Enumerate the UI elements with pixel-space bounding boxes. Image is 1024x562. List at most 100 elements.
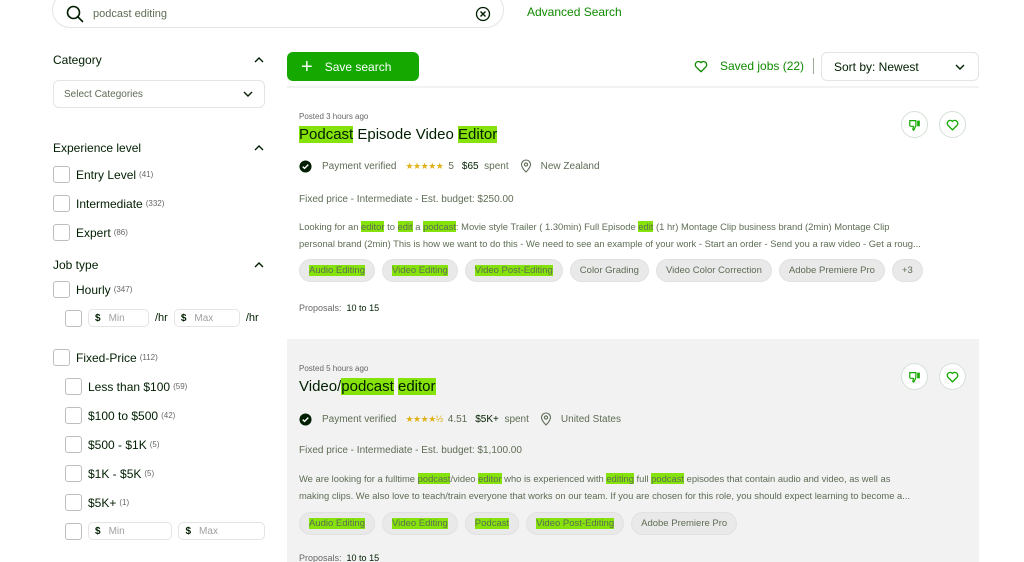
more-skills-tag[interactable]: +3: [891, 259, 923, 282]
skill-tag[interactable]: Podcast: [464, 512, 520, 535]
job-card[interactable]: Posted 5 hours ago Video/podcast editor …: [287, 339, 979, 562]
job-type-section-header[interactable]: Job type: [53, 255, 265, 275]
job-title[interactable]: Video/podcast editor: [299, 378, 436, 395]
dislike-button[interactable]: [901, 363, 928, 390]
fixed-option[interactable]: $5K+ (1): [53, 488, 265, 517]
skill-tag[interactable]: Adobe Premiere Pro: [631, 512, 738, 535]
option-label: Less than $100: [88, 379, 171, 394]
proposals-label: Proposals:: [299, 303, 342, 313]
checkbox[interactable]: [65, 309, 82, 327]
skill-label: Video Post-Editing: [536, 518, 615, 529]
job-title[interactable]: Podcast Episode Video Editor: [299, 126, 498, 143]
job-type-hourly[interactable]: Hourly (347): [53, 275, 265, 304]
hourly-max-input[interactable]: $ Max: [173, 309, 240, 327]
filters-sidebar: Category Select Categories Experience le…: [53, 50, 265, 545]
fixed-option[interactable]: $1K - $5K (5): [53, 459, 265, 488]
highlighted-term: edit: [638, 221, 654, 232]
experience-option-entry[interactable]: Entry Level (41): [53, 160, 265, 189]
hourly-min-input[interactable]: $ Min: [88, 309, 149, 327]
total-spent: $5K+ spent: [475, 414, 529, 425]
highlighted-term: edit: [397, 221, 413, 232]
skill-tags: Audio Editing Video Editing Video Post-Edi…: [299, 259, 930, 282]
option-count: (1): [119, 498, 130, 507]
job-type-fixed-price[interactable]: Fixed-Price (112): [53, 343, 265, 372]
checkbox[interactable]: [65, 494, 82, 511]
job-description: Looking for an editor to edit a podcast:…: [299, 218, 959, 252]
skill-tag[interactable]: Video Post-Editing: [464, 259, 563, 282]
placeholder: Max: [199, 525, 218, 537]
highlighted-term: podcast: [417, 473, 451, 484]
category-section-header[interactable]: Category: [53, 50, 265, 70]
fixed-min-input[interactable]: $ Min: [88, 522, 172, 540]
text-segment: episodes that contain audio and video, a…: [684, 473, 891, 484]
checkbox[interactable]: [53, 166, 70, 183]
text-segment: : Movie style Trailer ( 1.30min) Full Ep…: [455, 221, 639, 232]
checkbox[interactable]: [65, 378, 82, 395]
spent-label: spent: [484, 160, 509, 172]
checkbox[interactable]: [53, 195, 70, 212]
heart-icon: [694, 60, 708, 72]
advanced-search-link[interactable]: Advanced Search: [527, 5, 622, 19]
checkbox[interactable]: [53, 224, 70, 241]
skill-tag[interactable]: Color Grading: [569, 259, 649, 282]
rating-value: 4.51: [447, 413, 468, 425]
checkbox[interactable]: [53, 281, 70, 298]
checkbox[interactable]: [53, 349, 70, 366]
checkbox[interactable]: [65, 465, 82, 482]
job-budget: Fixed price - Intermediate - Est. budget…: [299, 194, 514, 205]
sort-select[interactable]: Sort by: Newest: [821, 52, 979, 81]
option-label: $1K - $5K: [88, 466, 142, 481]
job-type-title: Job type: [53, 258, 99, 272]
text-segment: full: [633, 473, 652, 484]
save-job-button[interactable]: [939, 111, 966, 138]
job-card[interactable]: Posted 3 hours ago Podcast Episode Video…: [287, 88, 979, 339]
skill-tag[interactable]: Video Editing: [381, 259, 458, 282]
experience-section-header[interactable]: Experience level: [53, 138, 265, 158]
experience-option-expert[interactable]: Expert (86): [53, 218, 265, 247]
fixed-option[interactable]: Less than $100 (59): [53, 372, 265, 401]
dislike-button[interactable]: [901, 111, 928, 138]
saved-jobs-link[interactable]: Saved jobs (22): [694, 59, 804, 73]
skill-tag[interactable]: Audio Editing: [299, 259, 375, 282]
clear-search-icon[interactable]: [475, 6, 491, 22]
description-line: personal brand (2min) This is how we wan…: [299, 238, 921, 249]
checkbox[interactable]: [65, 436, 82, 453]
save-search-button[interactable]: + Save search: [287, 52, 419, 81]
skill-tag[interactable]: Video Post-Editing: [526, 512, 625, 535]
category-title: Category: [53, 53, 102, 67]
checkbox[interactable]: [65, 522, 82, 540]
skill-tag[interactable]: Audio Editing: [299, 512, 375, 535]
text-segment: (1 hr) Montage Clip business brand (2min…: [653, 221, 890, 232]
spent-amount: $5K+: [475, 413, 499, 425]
skill-label: Audio Editing: [309, 265, 365, 276]
verified-badge-icon: [299, 159, 312, 173]
option-count: (41): [139, 170, 154, 179]
proposals-value: 10 to 15: [346, 303, 380, 313]
skill-tag[interactable]: Video Color Correction: [655, 259, 772, 282]
chevron-up-icon[interactable]: [253, 259, 265, 271]
toolbar-divider: [813, 58, 814, 74]
save-job-button[interactable]: [939, 363, 966, 390]
skill-label: Video Color Correction: [665, 265, 762, 276]
saved-jobs-label: Saved jobs (22): [720, 59, 805, 73]
option-count: (42): [161, 411, 176, 420]
search-input[interactable]: [93, 8, 475, 20]
description-line: Looking for an editor to edit a podcast:…: [299, 218, 959, 235]
fixed-option[interactable]: $500 - $1K (5): [53, 430, 265, 459]
fixed-option[interactable]: $100 to $500 (42): [53, 401, 265, 430]
experience-option-intermediate[interactable]: Intermediate (332): [53, 189, 265, 218]
highlighted-term: editor: [478, 473, 502, 484]
skill-label: Color Grading: [579, 265, 639, 276]
checkbox[interactable]: [65, 407, 82, 424]
category-select[interactable]: Select Categories: [53, 80, 265, 108]
skill-tag[interactable]: Video Editing: [381, 512, 458, 535]
chevron-up-icon[interactable]: [253, 142, 265, 154]
verified-badge-icon: [299, 412, 312, 426]
skill-label: Video Editing: [391, 265, 448, 276]
fixed-max-input[interactable]: $ Max: [178, 522, 265, 540]
skill-tag[interactable]: Adobe Premiere Pro: [778, 259, 885, 282]
chevron-up-icon[interactable]: [253, 54, 265, 66]
job-description: We are looking for a fulltime podcast/vi…: [299, 470, 959, 504]
skill-label: Video Editing: [391, 518, 448, 529]
highlighted-term: podcast: [423, 221, 456, 232]
